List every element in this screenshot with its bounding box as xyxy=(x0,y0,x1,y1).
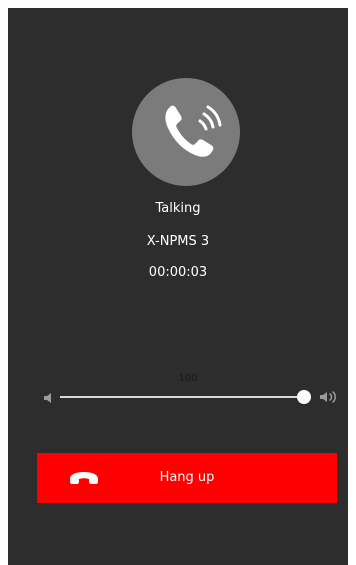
speaker-mute-icon[interactable] xyxy=(42,391,56,405)
call-avatar xyxy=(132,78,240,186)
caller-name: X-NPMS 3 xyxy=(146,234,210,249)
hang-up-button[interactable]: Hang up xyxy=(37,453,337,503)
phone-hangup-icon xyxy=(70,472,98,484)
volume-slider-track[interactable] xyxy=(60,396,304,398)
volume-value: 100 xyxy=(178,373,198,384)
phone-ringing-icon xyxy=(165,105,222,157)
hang-up-label: Hang up xyxy=(159,470,215,485)
volume-slider-handle[interactable] xyxy=(297,390,311,404)
speaker-loud-icon[interactable] xyxy=(319,389,339,405)
call-screen: Talking X-NPMS 3 00:00:03 100 Hang up xyxy=(8,8,348,565)
call-timer: 00:00:03 xyxy=(148,265,208,280)
call-status: Talking xyxy=(155,201,201,216)
